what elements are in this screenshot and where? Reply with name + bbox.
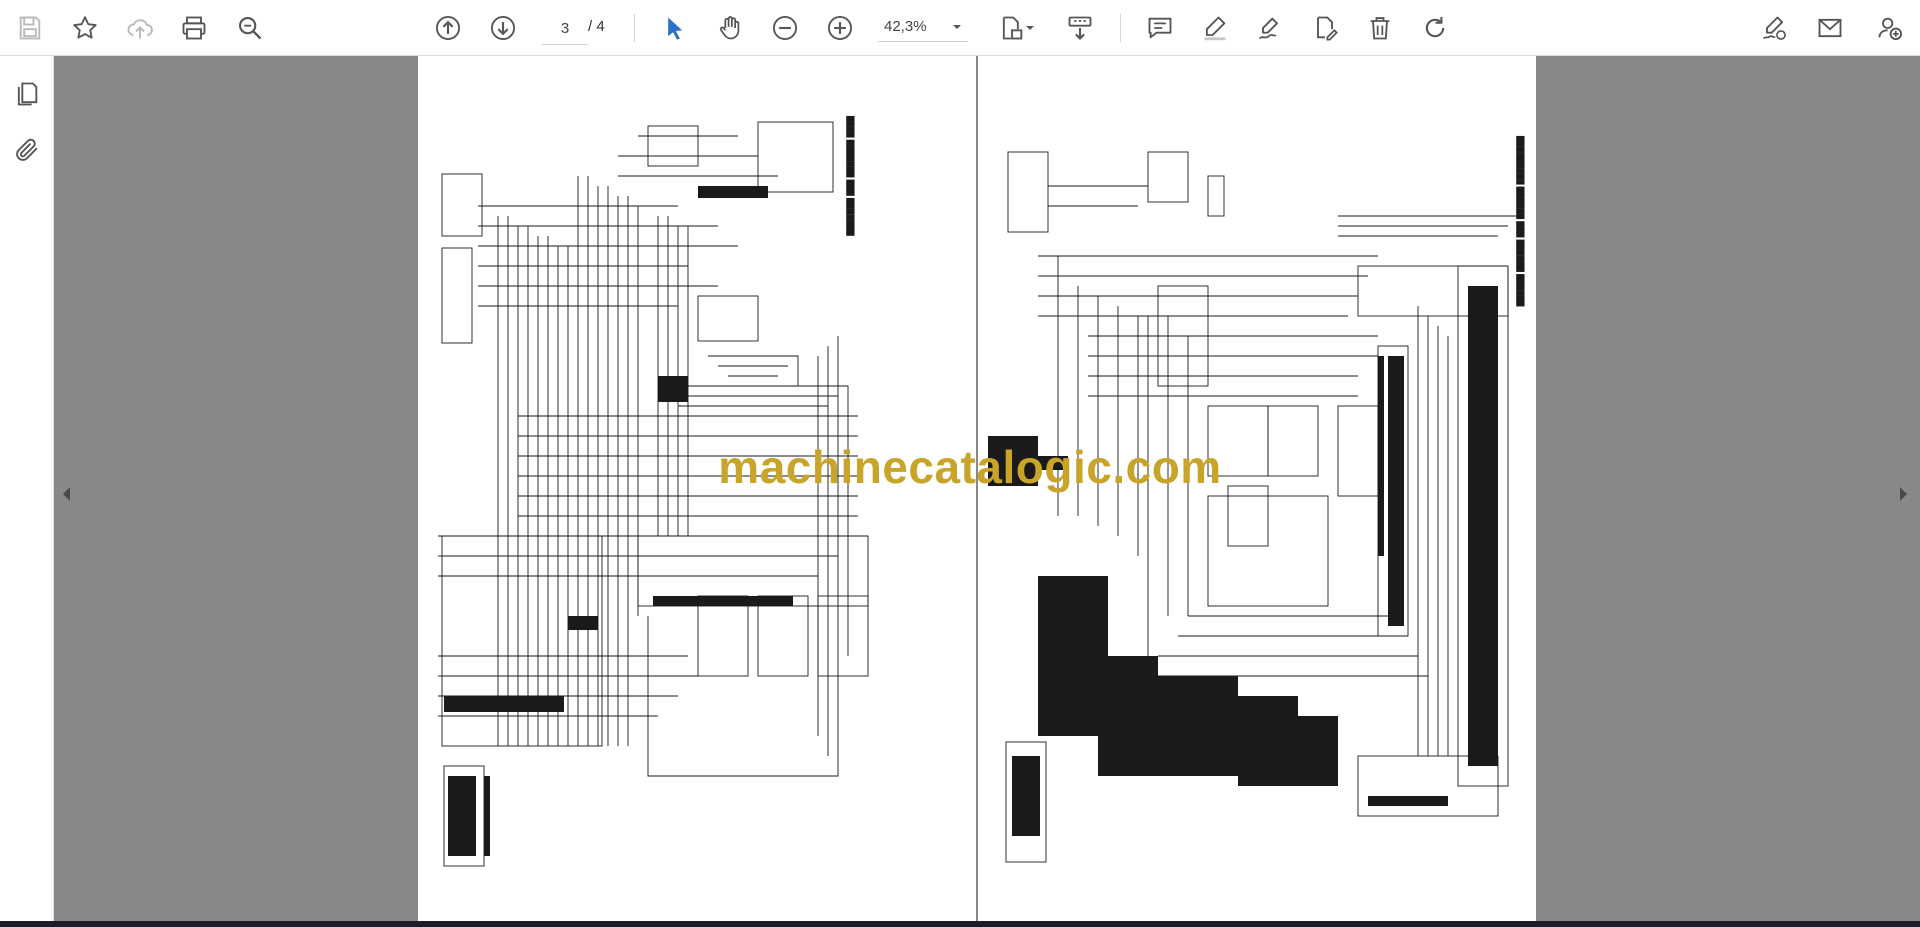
draw-icon[interactable] — [1252, 10, 1288, 46]
zoom-in-icon[interactable] — [822, 10, 858, 46]
electrical-schematic-right: █████████ ██████ ███ ██████ ██████ — [988, 135, 1525, 863]
page-total-label: / 4 — [588, 18, 605, 35]
document-page-left: ████ ███████ ███ ███████ — [418, 56, 976, 922]
star-icon[interactable] — [67, 10, 103, 46]
electrical-schematic-left: ████ ███████ ███ ███████ — [438, 115, 869, 867]
page-number-input[interactable] — [542, 12, 588, 45]
page-up-icon[interactable] — [430, 10, 466, 46]
highlight-pen-icon[interactable] — [1197, 10, 1233, 46]
right-collapse-arrow-icon[interactable] — [1894, 474, 1912, 514]
zoom-level-dropdown[interactable]: 42,3% — [878, 12, 968, 42]
document-viewer[interactable]: ████ ███████ ███ ███████ █████████ █████… — [54, 56, 1920, 922]
sign-icon[interactable] — [1756, 10, 1792, 46]
add-user-icon[interactable] — [1872, 10, 1908, 46]
page-down-icon[interactable] — [485, 10, 521, 46]
scroll-mode-icon[interactable] — [1062, 10, 1098, 46]
left-sidebar — [0, 56, 54, 922]
taskbar-strip — [0, 921, 1920, 927]
zoom-search-icon[interactable] — [232, 10, 268, 46]
print-icon[interactable] — [176, 10, 212, 46]
trash-icon[interactable] — [1362, 10, 1398, 46]
svg-text:█████████ ██████ ███ ██████ ██: █████████ ██████ ███ ██████ ██████ — [1516, 135, 1525, 307]
pages-icon[interactable] — [9, 76, 45, 112]
save-icon[interactable] — [12, 10, 48, 46]
toolbar-divider — [634, 14, 635, 42]
rotate-icon[interactable] — [1417, 10, 1453, 46]
chevron-down-icon — [953, 24, 961, 29]
hand-tool-icon[interactable] — [712, 10, 748, 46]
fit-page-dropdown-icon[interactable] — [1022, 10, 1038, 46]
main-toolbar: / 4 42,3% — [0, 0, 1920, 56]
select-cursor-icon[interactable] — [656, 10, 692, 46]
attachment-icon[interactable] — [9, 132, 45, 168]
toolbar-divider — [1120, 14, 1121, 42]
zoom-out-icon[interactable] — [767, 10, 803, 46]
left-collapse-arrow-icon[interactable] — [58, 474, 76, 514]
stamp-icon[interactable] — [1307, 10, 1343, 46]
document-page-right: █████████ ██████ ███ ██████ ██████ — [978, 56, 1536, 922]
comment-icon[interactable] — [1142, 10, 1178, 46]
email-icon[interactable] — [1812, 10, 1848, 46]
svg-text:████ ███████ ███ ███████: ████ ███████ ███ ███████ — [846, 115, 855, 236]
zoom-level-value: 42,3% — [884, 18, 927, 35]
cloud-upload-icon[interactable] — [122, 10, 158, 46]
